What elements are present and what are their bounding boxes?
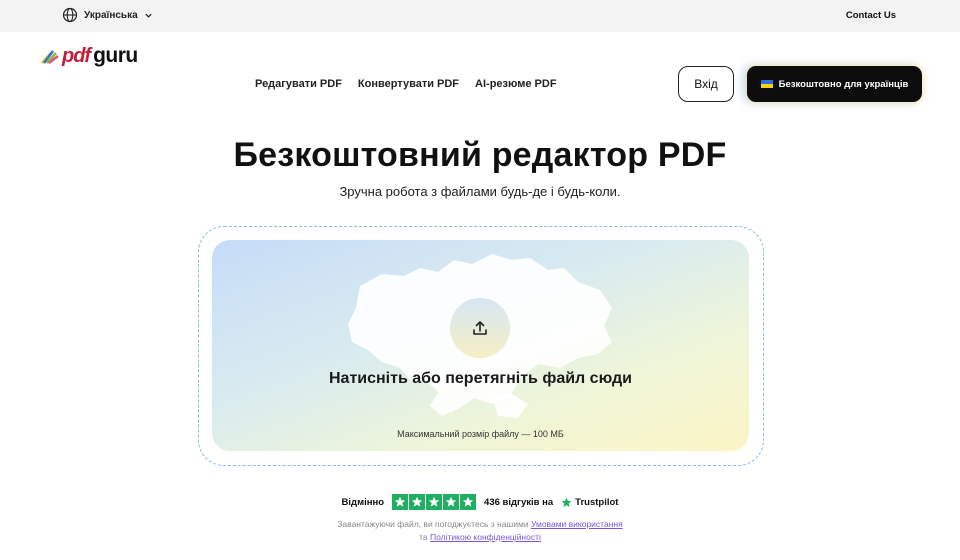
trustpilot-star-icon [561, 496, 572, 507]
upload-button[interactable] [450, 298, 510, 358]
logo-guru-text: guru [93, 44, 138, 67]
trustpilot-link[interactable]: Trustpilot [561, 497, 618, 508]
consent-text: Завантажуючи файл, ви погоджуєтесь з наш… [0, 518, 960, 544]
page-subtitle: Зручна робота з файлами будь-де і будь-к… [339, 184, 621, 199]
cta-label: Безкоштовно для українців [778, 78, 909, 90]
language-selector[interactable]: Українська [62, 7, 153, 23]
globe-icon [62, 7, 78, 23]
logo-pdf-text: pdf [62, 44, 91, 67]
dropzone-instructions: Натисніть або перетягніть файл сюди [328, 370, 633, 387]
file-dropzone[interactable]: Натисніть або перетягніть файл сюди Макс… [212, 240, 749, 451]
free-for-ukrainians-button[interactable]: Безкоштовно для українців [747, 66, 922, 102]
ukraine-flag-icon [760, 80, 773, 88]
star-icon [443, 494, 460, 510]
privacy-policy-link[interactable]: Політикою конфіденційності [430, 532, 541, 542]
nav-edit-pdf[interactable]: Редагувати PDF [255, 78, 342, 90]
login-button[interactable]: Вхід [678, 66, 734, 102]
review-count: 436 відгуків на [484, 496, 554, 508]
top-bar: Українська Contact Us [0, 0, 960, 32]
star-icon [392, 494, 409, 510]
consent-prefix: Завантажуючи файл, ви погоджуєтесь з наш… [337, 519, 529, 529]
language-label: Українська [84, 9, 138, 21]
star-icon [460, 494, 477, 510]
logo[interactable]: pdf guru [40, 44, 138, 68]
trustpilot-label: Trustpilot [575, 496, 619, 508]
contact-us-link[interactable]: Contact Us [846, 10, 896, 21]
chevron-down-icon [145, 13, 152, 18]
trustpilot-rating: Відмінно 436 відгуків на Trustpilot [0, 494, 960, 510]
star-icon [409, 494, 426, 510]
logo-mark-icon [41, 50, 59, 64]
star-icon [426, 494, 443, 510]
nav-ai-summary-pdf[interactable]: AI-резюме PDF [475, 78, 557, 90]
upload-icon [473, 321, 487, 335]
nav-convert-pdf[interactable]: Конвертувати PDF [358, 78, 459, 90]
max-file-size-note: Максимальний розмір файлу — 100 МБ [397, 429, 564, 439]
consent-middle: та [419, 532, 428, 542]
page-title: Безкоштовний редактор PDF [233, 136, 727, 174]
main-nav: Редагувати PDF Конвертувати PDF AI-резюм… [255, 78, 557, 90]
terms-of-use-link[interactable]: Умовами використання [531, 519, 623, 529]
rating-word: Відмінно [341, 496, 385, 508]
rating-stars [392, 494, 477, 510]
